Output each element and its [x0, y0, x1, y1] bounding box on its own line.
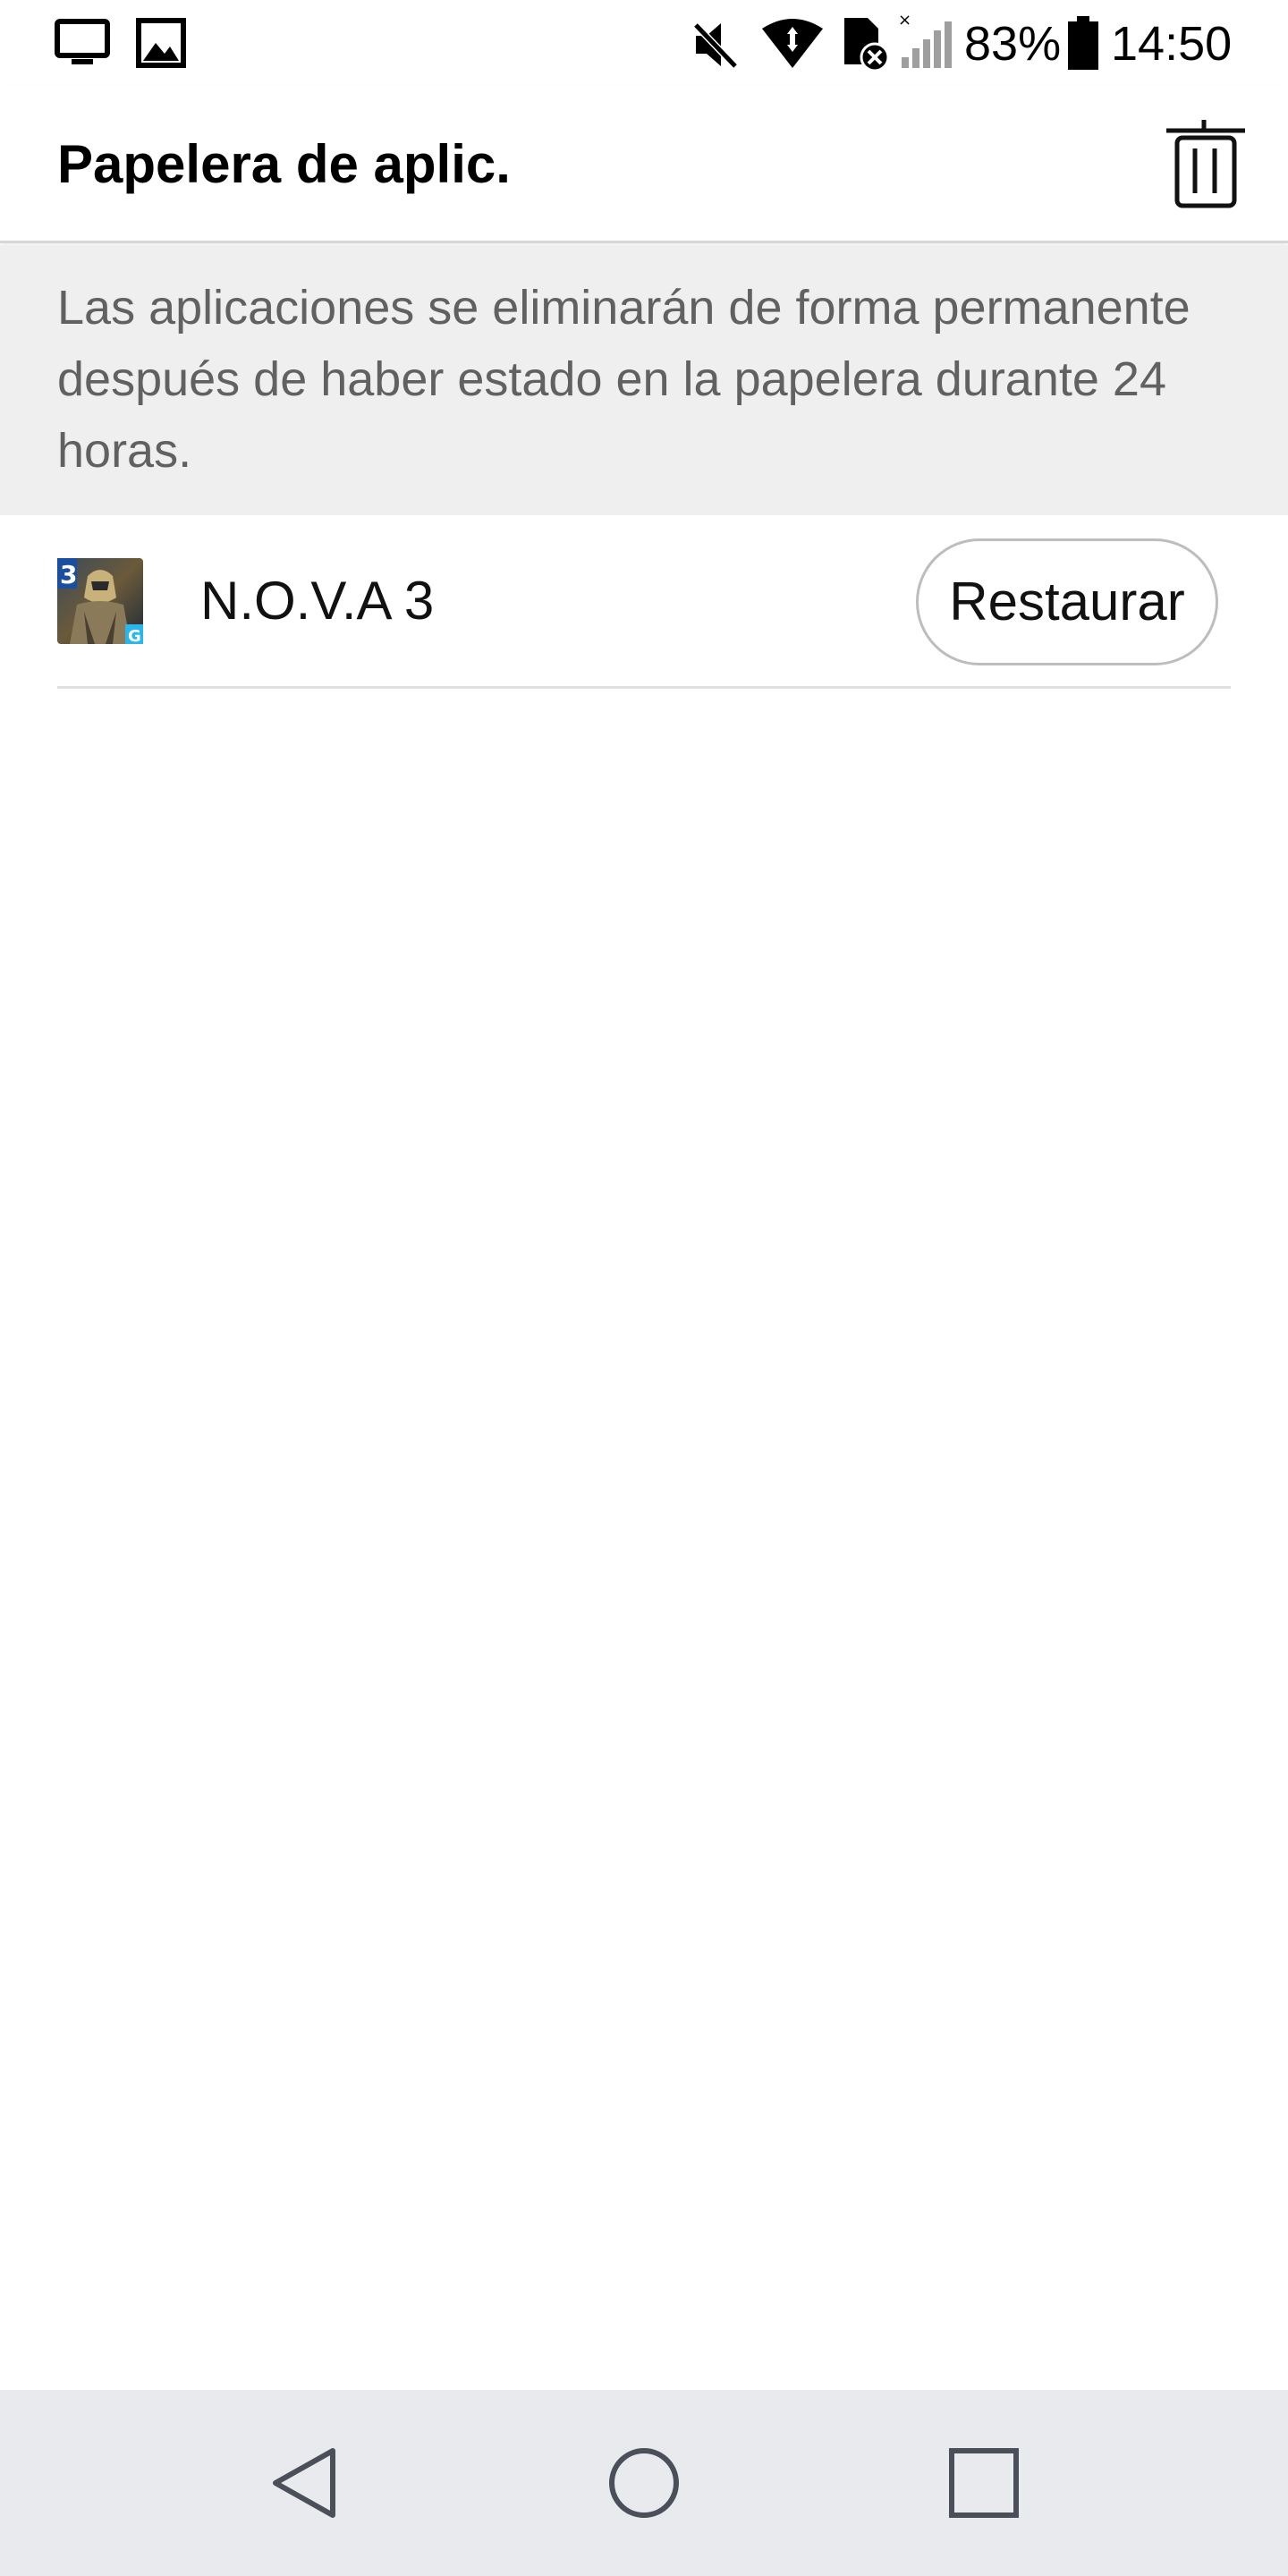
gallery-icon — [136, 18, 186, 68]
app-bar: Papelera de aplic. — [0, 86, 1288, 243]
back-icon — [273, 2448, 335, 2518]
restore-button[interactable]: Restaurar — [916, 538, 1218, 665]
back-button[interactable] — [250, 2429, 358, 2537]
battery-icon — [1068, 16, 1098, 70]
sim-error-icon — [844, 18, 890, 72]
status-bar: × 83% 14:50 — [0, 0, 1288, 86]
wifi-icon — [762, 19, 823, 68]
recents-button[interactable] — [930, 2429, 1038, 2537]
svg-text:G: G — [128, 627, 141, 644]
signal-icon: × — [898, 13, 952, 68]
trash-icon — [1166, 120, 1245, 208]
home-icon — [609, 2448, 679, 2518]
svg-text:×: × — [898, 13, 911, 30]
list-item: 3 G N.O.V.A 3 Restaurar — [57, 515, 1231, 689]
mute-icon — [691, 21, 740, 71]
clock: 14:50 — [1111, 17, 1233, 71]
home-button[interactable] — [590, 2429, 698, 2537]
info-text: Las aplicaciones se eliminarán de forma … — [57, 281, 1191, 478]
screen-cast-icon — [55, 19, 110, 64]
navigation-bar — [0, 2390, 1288, 2576]
battery-percent: 83% — [964, 17, 1062, 71]
app-name: N.O.V.A 3 — [200, 571, 435, 631]
page-title: Papelera de aplic. — [57, 134, 511, 194]
app-trash-screen: × 83% 14:50 Papelera de aplic. Las aplic… — [0, 0, 1288, 2576]
info-banner: Las aplicaciones se eliminarán de forma … — [0, 245, 1288, 515]
recents-icon — [949, 2448, 1019, 2518]
svg-text:3: 3 — [60, 560, 77, 589]
empty-trash-button[interactable] — [1163, 120, 1249, 209]
nova3-app-icon: 3 G — [57, 558, 143, 646]
